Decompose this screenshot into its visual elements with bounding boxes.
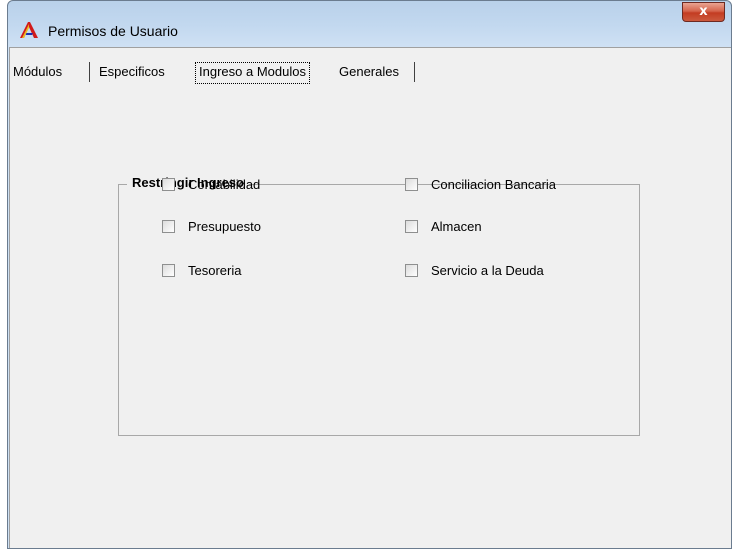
checkbox-label: Tesoreria: [188, 262, 242, 278]
checkbox-box[interactable]: [162, 219, 175, 233]
checkbox-box[interactable]: [405, 177, 418, 191]
checkbox-almacen[interactable]: Almacen: [405, 218, 482, 234]
app-logo-icon: [20, 22, 38, 38]
tab-modulos[interactable]: Módulos: [13, 62, 62, 82]
checkbox-presupuesto[interactable]: Presupuesto: [162, 218, 261, 234]
tab-divider: [412, 62, 415, 82]
checkbox-box[interactable]: [405, 263, 418, 277]
window-title: Permisos de Usuario: [48, 23, 178, 39]
tab-ingreso-a-modulos[interactable]: Ingreso a Modulos: [195, 62, 310, 84]
checkbox-label: Conciliacion Bancaria: [431, 176, 557, 192]
title-bar[interactable]: Permisos de Usuario: [8, 1, 731, 46]
checkbox-contabilidad[interactable]: Contabilidad: [162, 176, 260, 192]
tab-generales[interactable]: Generales: [339, 62, 399, 82]
checkbox-label: Servicio a la Deuda: [431, 262, 544, 278]
checkbox-tesoreria[interactable]: Tesoreria: [162, 262, 241, 278]
checkbox-box[interactable]: [162, 177, 175, 191]
checkbox-label: Almacen: [431, 218, 482, 234]
tab-divider: [87, 62, 90, 82]
dialog-client-area: Módulos Especificos Ingreso a Modulos Ge…: [9, 47, 731, 548]
tab-especificos[interactable]: Especificos: [99, 62, 165, 82]
close-button[interactable]: x: [682, 2, 725, 22]
permissions-window: Permisos de Usuario x Módulos Especifico…: [7, 0, 732, 549]
checkbox-label: Presupuesto: [188, 218, 261, 234]
checkbox-conciliacion-bancaria[interactable]: Conciliacion Bancaria: [405, 176, 556, 192]
checkbox-box[interactable]: [162, 263, 175, 277]
checkbox-servicio-a-la-deuda[interactable]: Servicio a la Deuda: [405, 262, 544, 278]
checkbox-box[interactable]: [405, 219, 418, 233]
checkbox-label: Contabilidad: [188, 176, 261, 192]
